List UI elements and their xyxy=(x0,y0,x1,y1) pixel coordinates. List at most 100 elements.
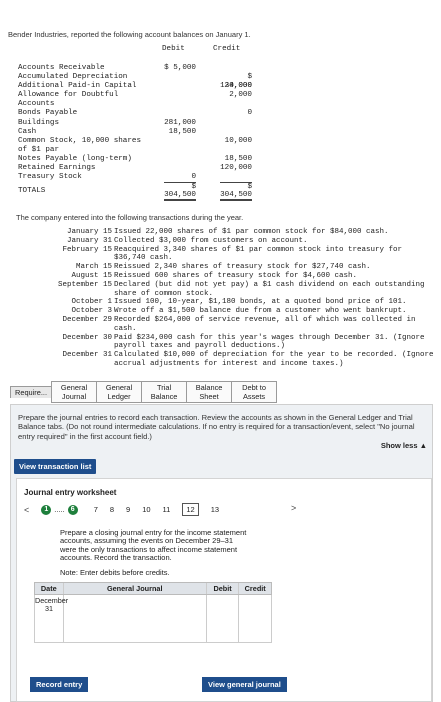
transaction-text: Wrote off a $1,500 balance due from a cu… xyxy=(114,307,407,316)
account-name: Treasury Stock xyxy=(18,173,82,182)
transaction-text: Reissued 2,340 shares of treasury stock … xyxy=(114,263,371,272)
step-7[interactable]: 7 xyxy=(94,505,98,514)
balance-row: Cash 18,500 xyxy=(18,128,252,137)
total-credit: $ 304,500 xyxy=(220,182,252,202)
show-less-toggle[interactable]: Show less ▲ xyxy=(381,441,427,450)
transaction-date: December 31 xyxy=(62,351,112,360)
journal-credit-cell[interactable] xyxy=(239,595,271,642)
record-entry-button[interactable]: Record entry xyxy=(30,677,89,692)
transaction-item: February 15 Reacquired 3,340 shares of $1… xyxy=(8,246,438,264)
account-name: Accumulated Depreciation xyxy=(18,73,128,82)
tab-general-journal[interactable]: General Journal xyxy=(51,381,97,403)
transaction-date: December 29 xyxy=(62,315,112,324)
credit-amount: 120,000 xyxy=(220,164,252,173)
step-dots: ..... xyxy=(54,505,65,514)
transaction-text: Issued 100, 10-year, $1,180 bonds, at a … xyxy=(114,298,407,307)
step-9[interactable]: 9 xyxy=(126,505,130,514)
journal-table-row: December 31 xyxy=(34,595,272,643)
debit-amount: 0 xyxy=(191,173,196,182)
balances-header: Debit Credit xyxy=(18,44,252,64)
transaction-item: December 30 Paid $234,000 cash for this y… xyxy=(8,334,438,352)
transactions-intro: The company entered into the following t… xyxy=(16,213,244,222)
account-balances-table: Debit Credit Accounts Receivable $ 5,000 A… xyxy=(18,44,252,202)
date-col-header: Date xyxy=(35,583,64,594)
transaction-item: September 15 Declared (but did not yet pa… xyxy=(8,281,438,299)
account-name: Bonds Payable xyxy=(18,109,78,118)
next-arrow-icon[interactable]: > xyxy=(291,503,296,513)
transaction-text: Reissued 600 shares of treasury stock fo… xyxy=(114,271,358,280)
transactions-list: January 15 Issued 22,000 shares of $1 par… xyxy=(8,228,438,369)
transaction-item: March 15 Reissued 2,340 shares of treasur… xyxy=(8,263,438,272)
account-name: Additional Paid-in Capital xyxy=(18,82,137,91)
step-10[interactable]: 10 xyxy=(142,505,150,514)
transaction-date: October 3 xyxy=(71,307,112,316)
tab-trial-balance[interactable]: Trial Balance xyxy=(141,381,187,403)
transaction-text: Reacquired 3,340 shares of $1 par common… xyxy=(114,245,403,263)
transaction-item: December 31 Calculated $10,000 of depreci… xyxy=(8,351,438,369)
tab-balance-sheet[interactable]: Balance Sheet xyxy=(186,381,232,403)
step-6-check-icon[interactable]: 6 xyxy=(67,504,78,515)
transaction-item: August 15 Reissued 600 shares of treasury… xyxy=(8,272,438,281)
transaction-item: December 29 Recorded $264,000 of service … xyxy=(8,316,438,334)
step-13[interactable]: 13 xyxy=(211,505,219,514)
transaction-date: January 31 xyxy=(66,236,112,245)
balance-row: Treasury Stock 0 xyxy=(18,173,252,182)
step-11[interactable]: 11 xyxy=(163,505,171,514)
tab-debt-to-assets[interactable]: Debt to Assets xyxy=(231,381,278,403)
tabs-bar: Require... General Journal General Ledger T… xyxy=(10,381,278,403)
balance-row: Buildings 281,000 xyxy=(18,119,252,128)
general-journal-col-header: General Journal xyxy=(64,583,207,594)
transaction-text: Declared (but did not yet pay) a $1 cash… xyxy=(114,280,425,298)
journal-table: Date General Journal Debit Credit Decemb… xyxy=(34,582,272,643)
credit-amount: 2,000 xyxy=(229,91,252,100)
transaction-item: January 15 Issued 22,000 shares of $1 par… xyxy=(8,228,438,237)
worksheet-note: Note: Enter debits before credits. xyxy=(60,568,170,577)
view-general-journal-button[interactable]: View general journal xyxy=(202,677,287,692)
step-8[interactable]: 8 xyxy=(110,505,114,514)
balance-row: Accounts Receivable $ 5,000 xyxy=(18,64,252,73)
account-name: Accounts Receivable xyxy=(18,64,105,72)
transaction-text: Recorded $264,000 of service revenue, al… xyxy=(114,315,416,333)
journal-debit-cell[interactable] xyxy=(207,595,240,642)
account-name: Notes Payable (long-term) xyxy=(18,154,132,163)
account-name: Retained Earnings xyxy=(18,164,96,173)
debit-amount: 18,500 xyxy=(168,127,196,136)
credit-amount: 0 xyxy=(247,109,252,118)
credit-amount: 18,500 xyxy=(224,154,252,163)
debit-col-header: Debit xyxy=(207,583,240,594)
transaction-item: October 1 Issued 100, 10-year, $1,180 bon… xyxy=(8,298,438,307)
balance-row: Notes Payable (long-term) 18,500 xyxy=(18,155,252,164)
credit-amount: 124,000 xyxy=(220,82,252,91)
transaction-text: Issued 22,000 shares of $1 par common st… xyxy=(114,228,389,236)
tab-require[interactable]: Require... xyxy=(10,386,52,398)
balance-row: Allowance for Doubtful Accounts 2,000 xyxy=(18,91,252,109)
transaction-item: October 3 Wrote off a $1,500 balance due … xyxy=(8,307,438,316)
balance-row: Bonds Payable 0 xyxy=(18,109,252,118)
account-name: Allowance for Doubtful Accounts xyxy=(18,91,119,109)
prev-arrow-icon[interactable]: < xyxy=(24,505,29,515)
transaction-date: August 15 xyxy=(71,271,112,280)
journal-date-cell: December 31 xyxy=(35,595,68,642)
account-name: Cash xyxy=(18,127,37,136)
credit-amount: 10,000 xyxy=(224,136,252,145)
step-12[interactable]: 12 xyxy=(182,503,199,516)
balance-row: Additional Paid-in Capital 124,000 xyxy=(18,82,252,91)
transaction-item: January 31 Collected $3,000 from customer… xyxy=(8,237,438,246)
transaction-date: December 30 xyxy=(62,333,112,342)
tab-general-ledger[interactable]: General Ledger xyxy=(96,381,142,403)
view-transaction-list-button[interactable]: View transaction list xyxy=(14,459,97,474)
worksheet-title: Journal entry worksheet xyxy=(24,488,117,497)
account-name: Common Stock, 10,000 shares of $1 par xyxy=(18,136,142,154)
journal-account-cell[interactable] xyxy=(64,595,207,642)
balance-row: Common Stock, 10,000 shares of $1 par 10,… xyxy=(18,137,252,155)
total-debit: $ 304,500 xyxy=(164,182,196,202)
transaction-date: March 15 xyxy=(75,263,112,272)
totals-label: TOTALS xyxy=(18,187,46,196)
transaction-text: Collected $3,000 from customers on accou… xyxy=(114,236,308,245)
debit-amount: 281,000 xyxy=(164,118,196,127)
step-1-check-icon[interactable]: 1 xyxy=(41,504,52,515)
journal-table-header: Date General Journal Debit Credit xyxy=(34,582,272,595)
worksheet-step-nav: < 1 ..... 6 7 8 9 10 11 12 13 xyxy=(24,503,225,516)
intro-text: Bender Industries, reported the followin… xyxy=(8,30,251,39)
transaction-date: October 1 xyxy=(71,298,112,307)
